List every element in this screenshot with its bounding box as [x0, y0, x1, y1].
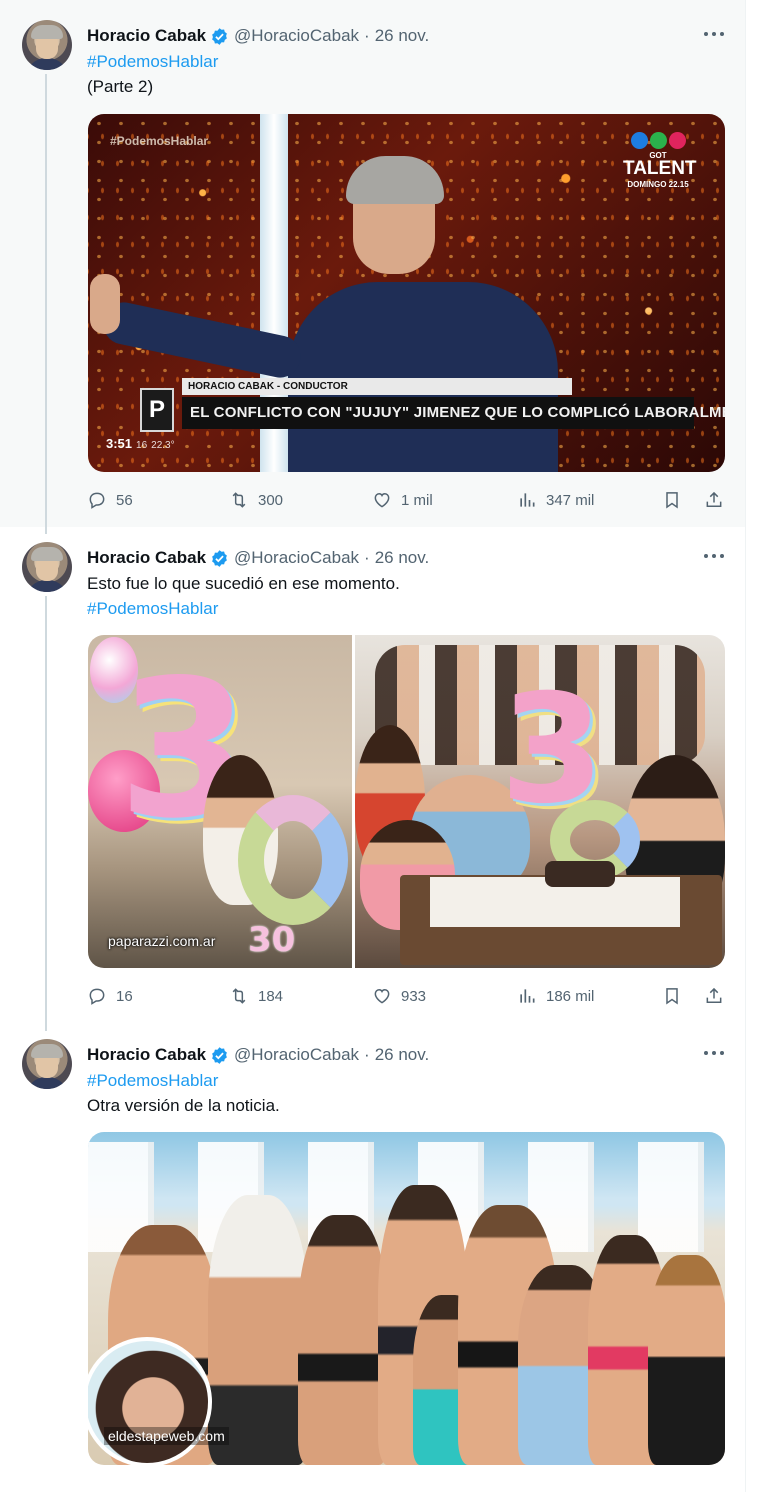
- separator-dot: ·: [364, 26, 370, 45]
- video-duration: 3:51 16 22.3°: [106, 436, 175, 451]
- photo-gallery: 3 30 paparazzi.com.ar 3: [88, 635, 725, 968]
- retweet-icon: [232, 492, 246, 508]
- video-overlay-hashtag: #PodemosHablar: [110, 134, 209, 148]
- author-handle[interactable]: @HoracioCabak: [234, 548, 359, 568]
- separator-dot: ·: [364, 548, 370, 567]
- channel-badge: P: [140, 388, 174, 432]
- inset-portrait: [88, 1337, 212, 1465]
- tweet-header: Horacio Cabak @HoracioCabak · 26 nov.: [87, 1044, 429, 1066]
- more-icon[interactable]: [704, 1049, 724, 1057]
- tweet-text: (Parte 2): [87, 77, 154, 96]
- share-button[interactable]: [704, 986, 724, 1006]
- reply-button[interactable]: 16: [87, 986, 133, 1006]
- reply-button[interactable]: 56: [87, 490, 133, 510]
- avatar[interactable]: [22, 20, 72, 70]
- lower-third: P HORACIO CABAK - CONDUCTOR EL CONFLICTO…: [140, 378, 725, 432]
- author-handle[interactable]: @HoracioCabak: [234, 1045, 359, 1065]
- heart-icon: [374, 492, 390, 508]
- views-button[interactable]: 186 mil: [517, 986, 594, 1006]
- timeline: Horacio Cabak @HoracioCabak · 26 nov. #P…: [0, 0, 767, 1492]
- tweet-actions: 16 184 933 186 mil: [87, 986, 727, 1010]
- hashtag-link[interactable]: #PodemosHablar: [87, 1070, 218, 1092]
- photo-watermark: eldestapeweb.com: [104, 1427, 229, 1445]
- share-icon: [706, 491, 722, 507]
- lower-third-headline: EL CONFLICTO CON "JUJUY" JIMENEZ QUE LO …: [182, 397, 725, 429]
- tweet-text: Esto fue lo que sucedió en ese momento.: [87, 574, 400, 593]
- separator-dot: ·: [364, 1045, 370, 1064]
- retweet-button[interactable]: 184: [229, 986, 283, 1006]
- views-icon: [520, 493, 535, 507]
- reply-icon: [89, 988, 105, 1005]
- retweet-icon: [232, 988, 246, 1004]
- more-icon[interactable]: [704, 552, 724, 560]
- bookmark-button[interactable]: [662, 986, 682, 1006]
- timeline-border: [745, 0, 746, 1492]
- birthday-cake: [545, 861, 615, 887]
- channel-logo: GOT TALENT DOMINGO 22.15: [623, 132, 697, 189]
- verified-badge-icon: [212, 1046, 227, 1064]
- photo-2[interactable]: 3: [355, 635, 725, 968]
- retweet-button[interactable]: 300: [229, 490, 283, 510]
- bookmark-icon: [666, 988, 678, 1005]
- tweet-date[interactable]: 26 nov.: [375, 548, 430, 568]
- avatar[interactable]: [22, 542, 72, 592]
- share-button[interactable]: [704, 490, 724, 510]
- author-name[interactable]: Horacio Cabak: [87, 548, 206, 568]
- views-button[interactable]: 347 mil: [517, 490, 594, 510]
- verified-badge-icon: [212, 27, 227, 45]
- author-name[interactable]: Horacio Cabak: [87, 26, 206, 46]
- photo-1[interactable]: 3 30 paparazzi.com.ar: [88, 635, 352, 968]
- tweet-text: Otra versión de la noticia.: [87, 1096, 280, 1115]
- more-icon[interactable]: [704, 30, 724, 38]
- author-name[interactable]: Horacio Cabak: [87, 1045, 206, 1065]
- photo[interactable]: eldestapeweb.com: [88, 1132, 725, 1465]
- verified-badge-icon: [212, 549, 227, 567]
- bookmark-button[interactable]: [662, 490, 682, 510]
- like-button[interactable]: 933: [372, 986, 426, 1006]
- hashtag-link[interactable]: #PodemosHablar: [87, 598, 218, 620]
- bookmark-icon: [666, 492, 678, 509]
- author-handle[interactable]: @HoracioCabak: [234, 26, 359, 46]
- avatar[interactable]: [22, 1039, 72, 1089]
- tweet-header: Horacio Cabak @HoracioCabak · 26 nov.: [87, 547, 429, 569]
- cake-number: 30: [248, 920, 296, 960]
- share-icon: [706, 987, 722, 1003]
- hashtag-link[interactable]: #PodemosHablar: [87, 51, 218, 73]
- tweet-date[interactable]: 26 nov.: [375, 1045, 430, 1065]
- video-player[interactable]: #PodemosHablar GOT TALENT DOMINGO 22.15 …: [88, 114, 725, 472]
- views-icon: [520, 989, 535, 1003]
- photo-watermark: paparazzi.com.ar: [108, 933, 216, 949]
- tweet-header: Horacio Cabak @HoracioCabak · 26 nov.: [87, 25, 429, 47]
- heart-icon: [374, 988, 390, 1004]
- tweet-date[interactable]: 26 nov.: [375, 26, 430, 46]
- lower-third-name: HORACIO CABAK - CONDUCTOR: [182, 378, 572, 395]
- like-button[interactable]: 1 mil: [372, 490, 433, 510]
- tweet-actions: 56 300 1 mil 347 mil: [87, 490, 727, 514]
- reply-icon: [89, 492, 105, 509]
